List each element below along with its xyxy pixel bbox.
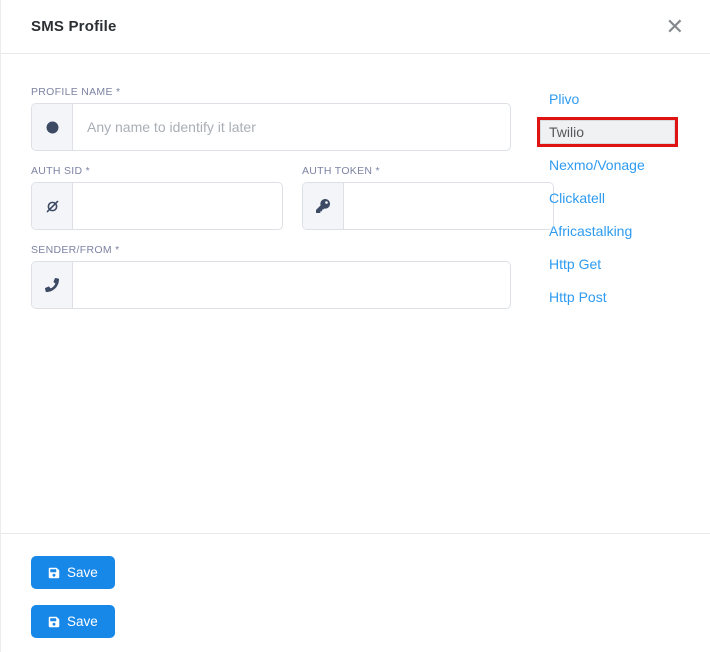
sender-from-input-group [31,261,511,309]
annotation-red-highlight-box: Twilio [537,117,678,147]
provider-item-http-post[interactable]: Http Post [537,290,682,304]
provider-item-plivo[interactable]: Plivo [537,92,682,106]
key-icon [303,183,344,229]
modal-footer: Save Save [1,533,710,638]
provider-item-twilio[interactable]: Twilio [540,120,675,144]
profile-name-label: PROFILE NAME * [31,86,511,98]
sender-from-label: SENDER/FROM * [31,244,511,256]
sms-profile-modal: SMS Profile ✕ PROFILE NAME * AUTH SID * [0,0,710,652]
floppy-disk-icon [48,567,60,579]
profile-name-input[interactable] [73,104,510,150]
floppy-disk-icon [48,616,60,628]
provider-list: Plivo Twilio Nexmo/Vonage Clickatell Afr… [537,86,682,533]
phone-icon [32,262,73,308]
close-icon[interactable]: ✕ [662,14,688,40]
provider-item-africastalking[interactable]: Africastalking [537,224,682,238]
id-slash-circle-icon [32,183,73,229]
auth-row: AUTH SID * AUTH TOKEN * [31,165,511,244]
provider-item-nexmo-vonage[interactable]: Nexmo/Vonage [537,158,682,172]
circle-icon [32,104,73,150]
save-button-label: Save [67,565,98,580]
modal-title: SMS Profile [31,18,117,35]
provider-item-clickatell[interactable]: Clickatell [537,191,682,205]
sender-from-group: SENDER/FROM * [31,244,511,309]
sms-profile-form: PROFILE NAME * AUTH SID * [31,86,511,533]
auth-sid-label: AUTH SID * [31,165,283,177]
auth-sid-group: AUTH SID * [31,165,283,230]
auth-token-input[interactable] [344,183,553,229]
auth-sid-input-group [31,182,283,230]
sender-from-input[interactable] [73,262,510,308]
profile-name-group: PROFILE NAME * [31,86,511,151]
save-button-secondary[interactable]: Save [31,605,115,638]
save-button[interactable]: Save [31,556,115,589]
provider-item-http-get[interactable]: Http Get [537,257,682,271]
save-button-label: Save [67,614,98,629]
auth-token-input-group [302,182,554,230]
modal-header: SMS Profile ✕ [1,0,710,54]
auth-sid-input[interactable] [73,183,282,229]
auth-token-group: AUTH TOKEN * [302,165,554,230]
modal-body: PROFILE NAME * AUTH SID * [1,54,710,533]
auth-token-label: AUTH TOKEN * [302,165,554,177]
profile-name-input-group [31,103,511,151]
